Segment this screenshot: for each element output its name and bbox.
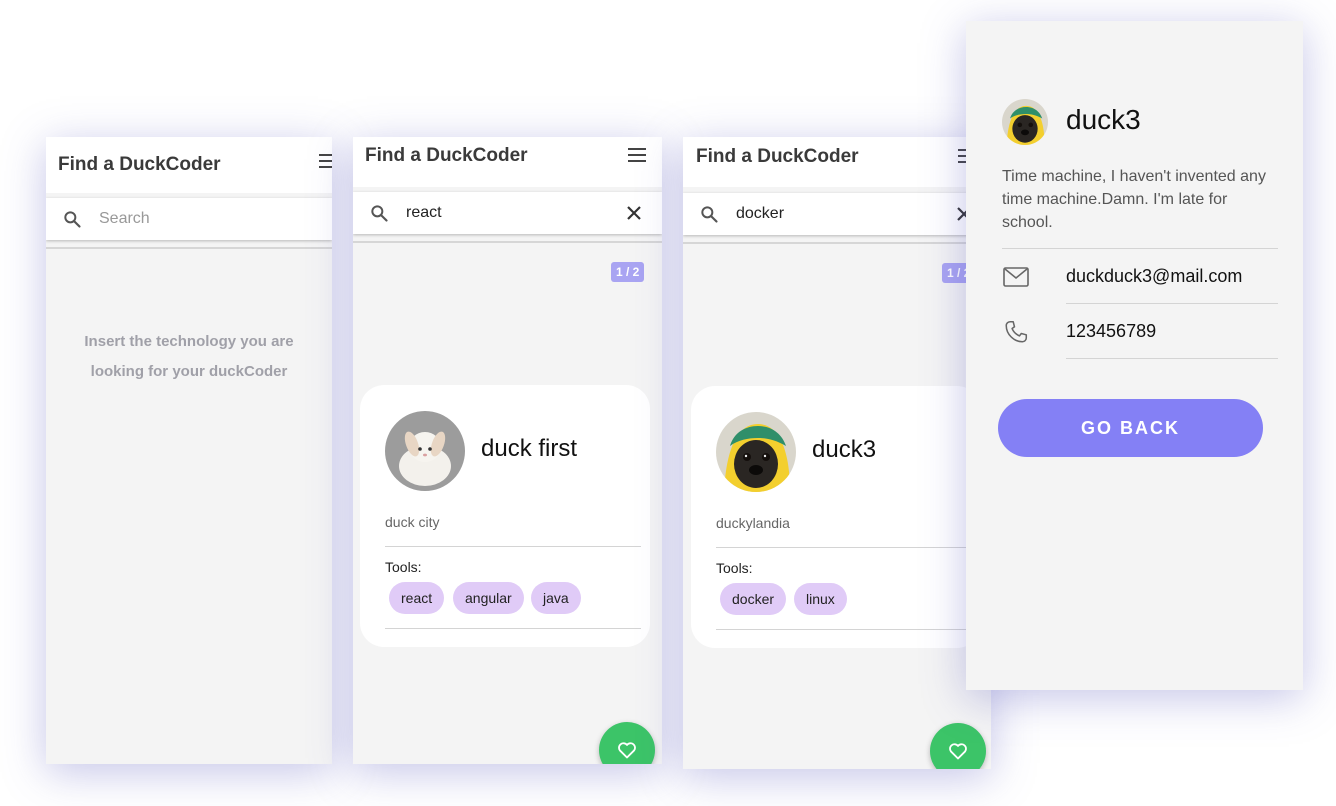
divider bbox=[1066, 303, 1278, 304]
pug-photo bbox=[716, 412, 796, 492]
coder-bio: Time machine, I haven't invented any tim… bbox=[1002, 168, 1266, 231]
app-bar: Find a DuckCoder bbox=[353, 137, 662, 187]
go-back-button[interactable]: GO BACK bbox=[998, 399, 1263, 457]
tool-chip[interactable]: java bbox=[531, 582, 581, 614]
divider bbox=[1066, 358, 1278, 359]
app-title: Find a DuckCoder bbox=[58, 154, 221, 175]
search-icon bbox=[64, 211, 81, 228]
heart-icon bbox=[949, 743, 967, 760]
pug-photo bbox=[1002, 99, 1048, 145]
app-bar: Find a DuckCoder bbox=[683, 137, 991, 187]
coder-name: duck3 bbox=[1066, 104, 1141, 135]
divider bbox=[716, 629, 981, 630]
divider bbox=[385, 628, 641, 629]
coder-location: duck city bbox=[385, 514, 440, 530]
app-title: Find a DuckCoder bbox=[365, 145, 528, 166]
rabbit-photo bbox=[385, 411, 465, 491]
search-input[interactable]: Search bbox=[99, 210, 150, 228]
tool-chip[interactable]: react bbox=[389, 582, 445, 614]
app-bar: Find a DuckCoder bbox=[46, 137, 332, 193]
coder-card[interactable]: duck first duck city Tools: react angula… bbox=[360, 385, 650, 647]
favorite-button[interactable] bbox=[599, 722, 655, 764]
phone-icon bbox=[1005, 320, 1028, 343]
search-input[interactable]: react bbox=[406, 204, 442, 222]
search-icon bbox=[701, 206, 718, 223]
menu-icon[interactable] bbox=[319, 154, 332, 168]
page-indicator: 1 / 2 bbox=[611, 262, 645, 282]
screen-coder-detail: duck3 Time machine, I haven't invented a… bbox=[966, 21, 1303, 690]
app-title: Find a DuckCoder bbox=[696, 146, 859, 167]
screen-empty-search: Find a DuckCoder Search Insert the techn… bbox=[46, 137, 332, 764]
empty-message-line: looking for your duckCoder bbox=[90, 363, 288, 380]
search-bar[interactable]: Search bbox=[46, 198, 332, 240]
tools-label: Tools: bbox=[385, 559, 422, 575]
menu-icon[interactable] bbox=[628, 148, 646, 162]
coder-phone[interactable]: 123456789 bbox=[1066, 321, 1156, 342]
coder-card[interactable]: duck3 duckylandia Tools: docker linux bbox=[691, 386, 981, 648]
divider bbox=[46, 247, 332, 249]
avatar bbox=[1002, 99, 1048, 145]
search-icon bbox=[371, 205, 388, 222]
tool-chip[interactable]: angular bbox=[453, 582, 524, 614]
close-icon[interactable] bbox=[626, 205, 642, 221]
coder-name: duck first bbox=[481, 435, 578, 462]
mail-icon bbox=[1003, 267, 1029, 287]
screen-search-results-react: Find a DuckCoder react 1 / 2 duck first … bbox=[353, 137, 662, 764]
coder-location: duckylandia bbox=[716, 515, 790, 531]
divider bbox=[683, 242, 991, 244]
divider bbox=[353, 241, 662, 243]
coder-email[interactable]: duckduck3@mail.com bbox=[1066, 266, 1242, 287]
heart-icon bbox=[618, 742, 636, 759]
tools-label: Tools: bbox=[716, 560, 753, 576]
empty-message-line: Insert the technology you are bbox=[84, 333, 294, 350]
coder-name: duck3 bbox=[812, 436, 877, 463]
divider bbox=[716, 547, 981, 548]
screen-search-results-docker: Find a DuckCoder docker 1 / 2 duck3 duck… bbox=[683, 137, 991, 769]
tool-chip[interactable]: docker bbox=[720, 583, 787, 615]
divider bbox=[1002, 248, 1278, 249]
avatar bbox=[716, 412, 796, 492]
avatar bbox=[385, 411, 465, 491]
search-bar[interactable]: react bbox=[353, 192, 662, 234]
divider bbox=[385, 546, 641, 547]
tool-chip[interactable]: linux bbox=[794, 583, 847, 615]
empty-state-message: Insert the technology you are looking fo… bbox=[66, 327, 312, 387]
search-bar[interactable]: docker bbox=[683, 193, 991, 235]
favorite-button[interactable] bbox=[930, 723, 986, 769]
search-input[interactable]: docker bbox=[736, 205, 784, 223]
